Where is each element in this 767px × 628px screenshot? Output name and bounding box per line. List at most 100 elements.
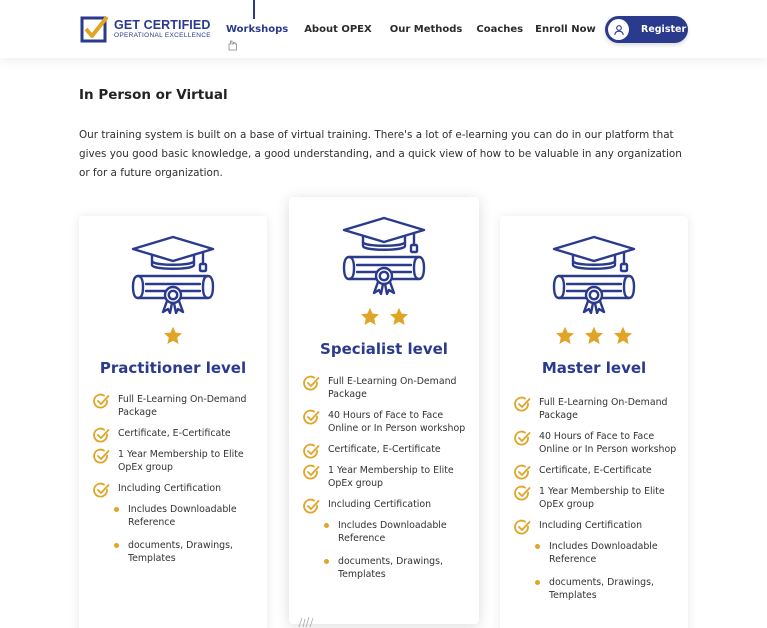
subfeature-item: Includes Downloadable Reference xyxy=(93,503,261,529)
top-navbar: GET CERTIFIED OPERATIONAL EXCELLENCE Wor… xyxy=(0,0,767,58)
nav-item-about-opex[interactable]: About OPEX xyxy=(304,24,372,35)
check-circle-icon xyxy=(303,409,320,426)
star-icon xyxy=(163,326,183,345)
feature-text: Including Certification xyxy=(328,499,432,510)
check-circle-icon xyxy=(514,464,531,481)
subfeature-text: Includes Downloadable Reference xyxy=(128,504,237,528)
feature-item: Including Certification xyxy=(514,519,682,535)
nav-item-enroll-now[interactable]: Enroll Now xyxy=(535,24,596,35)
brand-tagline: OPERATIONAL EXCELLENCE xyxy=(114,32,211,39)
feature-text: Certificate, E-Certificate xyxy=(118,428,231,439)
level-stars xyxy=(79,326,267,345)
brand-wordmark: GET CERTIFIED OPERATIONAL EXCELLENCE xyxy=(114,17,211,40)
register-button[interactable]: Register xyxy=(605,16,688,43)
star-icon xyxy=(389,307,409,326)
feature-list: Full E-Learning On-Demand Package Certif… xyxy=(93,393,261,575)
level-title: Practitioner level xyxy=(99,359,247,377)
check-circle-icon xyxy=(93,448,110,465)
star-icon xyxy=(555,326,575,345)
level-card[interactable]: Master level Full E-Learning On-Demand P… xyxy=(500,216,688,628)
section-intro: Our training system is built on a base o… xyxy=(79,129,682,179)
nav-item-workshops[interactable]: Workshops xyxy=(226,24,288,35)
nav-item-our-methods[interactable]: Our Methods xyxy=(390,24,463,35)
feature-list: Full E-Learning On-Demand Package 40 Hou… xyxy=(514,396,682,612)
feature-item: 1 Year Membership to Elite OpEx group xyxy=(514,485,682,511)
nav-item-coaches[interactable]: Coaches xyxy=(476,24,523,35)
feature-text: 1 Year Membership to Elite OpEx group xyxy=(328,465,454,489)
bullet-dot-icon xyxy=(114,507,119,512)
feature-item: Certificate, E-Certificate xyxy=(303,443,473,459)
check-circle-icon xyxy=(93,427,110,444)
register-label: Register xyxy=(641,24,687,35)
subfeature-item: Includes Downloadable Reference xyxy=(303,519,473,545)
hand-cursor-icon xyxy=(226,38,238,51)
check-circle-icon xyxy=(93,393,110,410)
feature-text: Full E-Learning On-Demand Package xyxy=(328,376,457,400)
level-card[interactable]: Practitioner level Full E-Learning On-De… xyxy=(79,216,267,628)
feature-item: Certificate, E-Certificate xyxy=(93,427,261,443)
feature-item: Certificate, E-Certificate xyxy=(514,464,682,480)
feature-list: Full E-Learning On-Demand Package 40 Hou… xyxy=(303,375,473,591)
star-icon xyxy=(613,326,633,345)
decorative-scribble-icon xyxy=(297,615,317,628)
feature-item: 40 Hours of Face to Face Online or In Pe… xyxy=(303,409,473,435)
graduation-diploma-icon xyxy=(130,234,216,315)
check-circle-icon xyxy=(514,430,531,447)
subfeature-item: Includes Downloadable Reference xyxy=(514,540,682,566)
feature-item: 40 Hours of Face to Face Online or In Pe… xyxy=(514,430,682,456)
feature-text: Including Certification xyxy=(118,483,222,494)
bullet-dot-icon xyxy=(114,543,119,548)
check-circle-icon xyxy=(514,485,531,502)
feature-item: 1 Year Membership to Elite OpEx group xyxy=(303,464,473,490)
level-card[interactable]: Specialist level Full E-Learning On-Dema… xyxy=(289,197,479,624)
star-icon xyxy=(360,307,380,326)
feature-text: Certificate, E-Certificate xyxy=(539,465,652,476)
subfeature-text: documents, Drawings, Templates xyxy=(338,556,443,580)
subfeature-item: documents, Drawings, Templates xyxy=(303,555,473,581)
level-title: Specialist level xyxy=(320,340,448,358)
bullet-dot-icon xyxy=(324,523,329,528)
feature-text: 40 Hours of Face to Face Online or In Pe… xyxy=(328,410,466,434)
active-nav-indicator xyxy=(253,0,255,19)
subfeature-text: Includes Downloadable Reference xyxy=(338,520,447,544)
subfeature-text: documents, Drawings, Templates xyxy=(128,540,233,564)
feature-item: Full E-Learning On-Demand Package xyxy=(303,375,473,401)
brand-name: GET CERTIFIED xyxy=(114,17,211,32)
check-circle-icon xyxy=(93,482,110,499)
bullet-dot-icon xyxy=(535,544,540,549)
feature-text: 40 Hours of Face to Face Online or In Pe… xyxy=(539,431,677,455)
check-circle-icon xyxy=(303,498,320,515)
subfeature-text: Includes Downloadable Reference xyxy=(549,541,658,565)
check-circle-icon xyxy=(303,375,320,392)
graduation-diploma-icon xyxy=(551,234,637,315)
feature-text: Full E-Learning On-Demand Package xyxy=(539,397,668,421)
level-stars xyxy=(500,326,688,345)
subfeature-text: documents, Drawings, Templates xyxy=(549,577,654,601)
feature-item: Including Certification xyxy=(93,482,261,498)
feature-text: Certificate, E-Certificate xyxy=(328,444,441,455)
feature-item: Full E-Learning On-Demand Package xyxy=(514,396,682,422)
check-circle-icon xyxy=(303,443,320,460)
feature-text: Full E-Learning On-Demand Package xyxy=(118,394,247,418)
check-circle-icon xyxy=(303,464,320,481)
feature-text: Including Certification xyxy=(539,520,643,531)
checkmark-logo-icon xyxy=(80,15,109,43)
section-title: In Person or Virtual xyxy=(79,87,228,103)
check-circle-icon xyxy=(514,519,531,536)
feature-text: 1 Year Membership to Elite OpEx group xyxy=(118,449,244,473)
star-icon xyxy=(584,326,604,345)
feature-text: 1 Year Membership to Elite OpEx group xyxy=(539,486,665,510)
bullet-dot-icon xyxy=(535,580,540,585)
brand-logo[interactable]: GET CERTIFIED OPERATIONAL EXCELLENCE xyxy=(80,15,211,43)
subfeature-item: documents, Drawings, Templates xyxy=(514,576,682,602)
check-circle-icon xyxy=(514,396,531,413)
bullet-dot-icon xyxy=(324,559,329,564)
feature-item: Including Certification xyxy=(303,498,473,514)
feature-item: 1 Year Membership to Elite OpEx group xyxy=(93,448,261,474)
user-icon xyxy=(608,19,629,40)
feature-item: Full E-Learning On-Demand Package xyxy=(93,393,261,419)
main-menu: Workshops About OPEX Our Methods Coaches… xyxy=(226,24,596,35)
level-title: Master level xyxy=(541,359,647,377)
graduation-diploma-icon xyxy=(341,215,427,296)
subfeature-item: documents, Drawings, Templates xyxy=(93,539,261,565)
